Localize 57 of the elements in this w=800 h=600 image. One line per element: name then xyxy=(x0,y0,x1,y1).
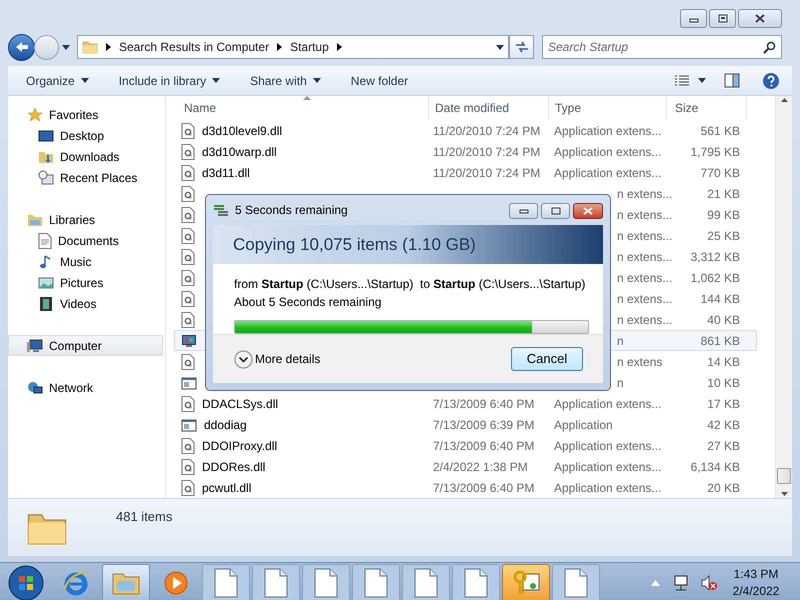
file-size: 40 KB xyxy=(707,312,740,326)
file-type: n extens... xyxy=(617,208,672,222)
date-modified: 7/13/2009 6:40 PM xyxy=(433,480,534,494)
file-type: n extens xyxy=(617,354,662,368)
file-name: DDORes.dll xyxy=(202,458,266,476)
file-size: 20 KB xyxy=(707,480,740,494)
dialog-title: 5 Seconds remaining xyxy=(235,202,348,219)
file-type: n xyxy=(617,334,624,348)
file-size: 3,312 KB xyxy=(690,250,740,264)
file-type: n extens... xyxy=(617,186,672,200)
file-size: 6,134 KB xyxy=(690,460,740,474)
date-modified: 7/13/2009 6:39 PM xyxy=(433,418,534,432)
file-type: n xyxy=(617,376,624,390)
file-name: DDOIProxy.dll xyxy=(202,438,278,454)
file-type: n extens... xyxy=(617,228,672,242)
time-remaining: About 5 Seconds remaining xyxy=(234,294,382,312)
file-type: Application extens... xyxy=(554,480,662,494)
file-type: Application extens... xyxy=(554,438,662,452)
file-type: Application extens... xyxy=(554,166,662,180)
file-type: n extens... xyxy=(617,250,672,264)
file-name: pcwutl.dll xyxy=(202,480,252,496)
file-size: 14 KB xyxy=(707,354,740,368)
file-size: 17 KB xyxy=(707,396,740,410)
file-type: Application extens... xyxy=(554,144,662,158)
file-size: 25 KB xyxy=(707,228,740,242)
date-modified: 11/20/2010 7:24 PM xyxy=(433,124,540,138)
file-type: n extens... xyxy=(617,292,672,306)
date-modified: 7/13/2009 6:40 PM xyxy=(433,396,534,410)
file-size: 144 KB xyxy=(700,292,740,306)
file-size: 561 KB xyxy=(700,124,740,138)
file-size: 27 KB xyxy=(707,438,740,452)
file-type: Application extens... xyxy=(554,124,662,138)
item-count: 481 items xyxy=(116,508,172,526)
file-size: 770 KB xyxy=(700,166,740,180)
file-name: DDACLSys.dll xyxy=(202,396,278,412)
date-modified: 7/13/2009 6:40 PM xyxy=(433,438,534,452)
file-size: 42 KB xyxy=(707,418,740,432)
copy-route: from Startup (C:\Users...\Startup) to Startup (C:\Users...\Startup) xyxy=(234,276,583,294)
file-type: Application extens... xyxy=(554,460,662,474)
file-size: 1,062 KB xyxy=(690,270,740,284)
date-modified: 2/4/2022 1:38 PM xyxy=(433,460,528,474)
file-type: Application extens... xyxy=(554,396,662,410)
file-name: d3d10level9.dll xyxy=(202,122,282,140)
file-size: 21 KB xyxy=(707,186,740,200)
file-name: d3d10warp.dll xyxy=(202,144,277,160)
file-size: 99 KB xyxy=(707,208,740,222)
file-name: ddodiag xyxy=(204,416,247,434)
file-name: d3d11.dll xyxy=(202,164,250,182)
date-modified: 11/20/2010 7:24 PM xyxy=(433,144,540,158)
file-type: Application xyxy=(554,418,613,432)
dialog-heading: Copying 10,075 items (1.10 GB) xyxy=(233,234,476,256)
file-type: n extens... xyxy=(617,312,672,326)
file-type: n extens... xyxy=(617,270,672,284)
file-size: 10 KB xyxy=(707,376,740,390)
date-modified: 11/20/2010 7:24 PM xyxy=(433,166,540,180)
file-size: 861 KB xyxy=(700,334,740,348)
file-size: 1,795 KB xyxy=(690,144,740,158)
